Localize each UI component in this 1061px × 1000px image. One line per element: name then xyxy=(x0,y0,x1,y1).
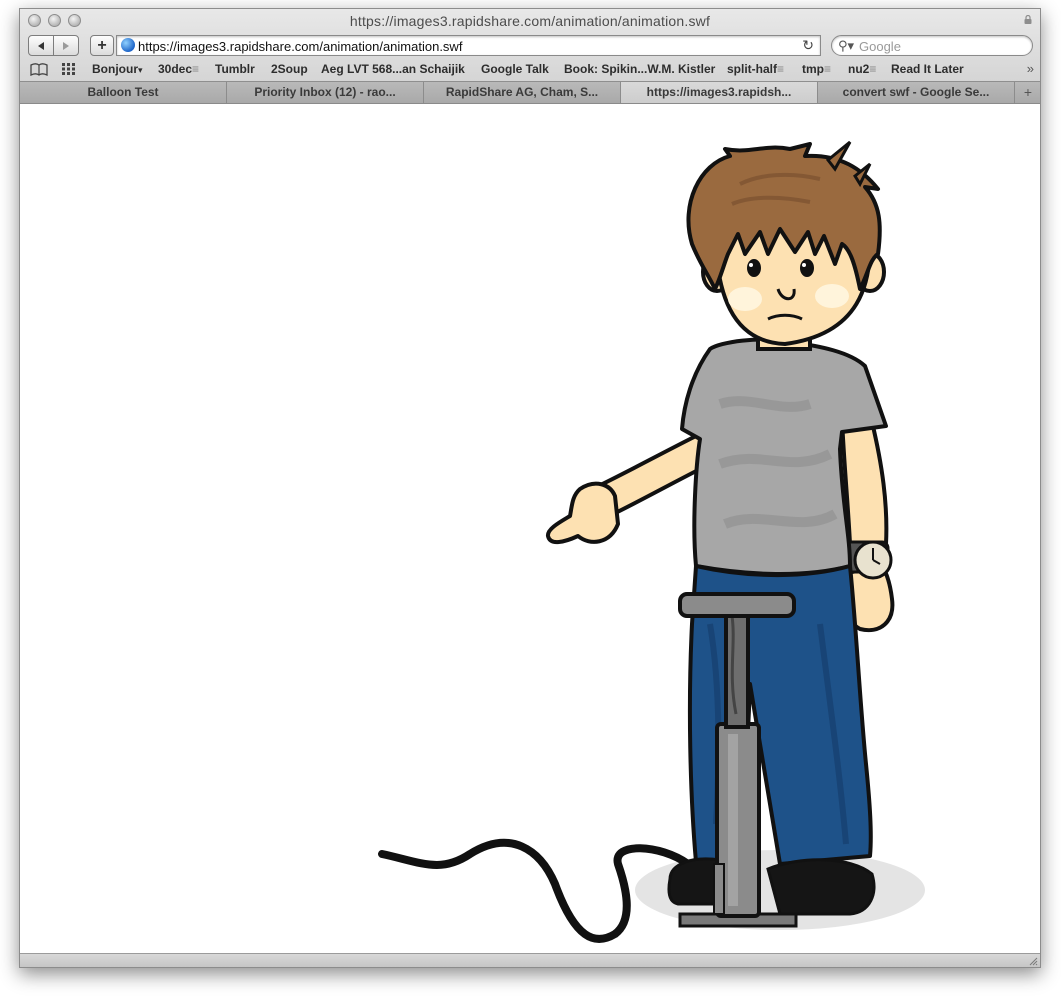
pointing-arm xyxy=(546,432,712,544)
bookmarks-bar: Bonjour▾ 30dec≡ Tumblr 2Soup Aeg LVT 568… xyxy=(20,60,1040,80)
bookmark-split-half[interactable]: split-half≡ xyxy=(727,62,784,76)
bookmark-30dec[interactable]: 30dec≡ xyxy=(158,62,199,76)
tab-rapidshare[interactable]: RapidShare AG, Cham, S... xyxy=(424,82,621,103)
window-title: https://images3.rapidshare.com/animation… xyxy=(349,13,711,29)
bookmark-google-talk[interactable]: Google Talk xyxy=(481,62,549,76)
url-text: https://images3.rapidshare.com/animation… xyxy=(138,39,463,54)
right-shoe xyxy=(766,858,876,916)
bookmark-nu2[interactable]: nu2≡ xyxy=(848,62,876,76)
new-tab-button[interactable]: + xyxy=(1016,82,1040,103)
bookmark-read-it-later[interactable]: Read It Later xyxy=(891,62,964,76)
tab-animation-swf[interactable]: https://images3.rapidsh... xyxy=(621,82,818,103)
pointing-hand xyxy=(546,481,620,544)
back-button[interactable] xyxy=(28,35,54,56)
tab-bar: Balloon Test Priority Inbox (12) - rao..… xyxy=(20,81,1040,104)
more-bookmarks-icon[interactable]: » xyxy=(1027,61,1034,76)
browser-window: https://images3.rapidshare.com/animation… xyxy=(19,8,1041,968)
status-bar xyxy=(20,953,1040,967)
search-placeholder: Google xyxy=(859,39,901,54)
book-icon[interactable] xyxy=(30,63,48,76)
bookmark-tmp[interactable]: tmp≡ xyxy=(802,62,831,76)
resize-grip-icon[interactable] xyxy=(1028,956,1038,966)
search-icon: ⚲▾ xyxy=(838,38,855,53)
tab-balloon-test[interactable]: Balloon Test xyxy=(20,82,227,103)
search-input[interactable]: ⚲▾ Google xyxy=(831,35,1033,56)
reload-icon[interactable]: ↻ xyxy=(802,37,814,54)
bookmark-bonjour[interactable]: Bonjour▾ xyxy=(92,62,143,76)
browser-chrome: https://images3.rapidshare.com/animation… xyxy=(20,9,1040,104)
left-eye xyxy=(747,259,761,277)
title-bar: https://images3.rapidshare.com/animation… xyxy=(20,9,1040,33)
boy-with-pump-illustration xyxy=(378,140,925,943)
navigation-bar: + https://images3.rapidshare.com/animati… xyxy=(20,34,1040,60)
forward-button[interactable] xyxy=(53,35,79,56)
bookmark-book-spiking[interactable]: Book: Spikin...W.M. Kistler xyxy=(564,62,715,76)
url-field[interactable]: https://images3.rapidshare.com/animation… xyxy=(116,35,821,56)
bookmark-tumblr[interactable]: Tumblr xyxy=(215,62,255,76)
forward-arrow-icon xyxy=(63,41,69,50)
lock-icon xyxy=(1024,15,1032,24)
tab-convert-swf[interactable]: convert swf - Google Se... xyxy=(818,82,1015,103)
right-eye xyxy=(800,259,814,277)
bookmark-2soup[interactable]: 2Soup xyxy=(271,62,308,76)
page-content xyxy=(20,104,1040,954)
top-sites-grid-icon[interactable] xyxy=(62,63,76,75)
globe-icon xyxy=(121,38,135,52)
tab-priority-inbox[interactable]: Priority Inbox (12) - rao... xyxy=(227,82,424,103)
back-arrow-icon xyxy=(38,41,44,50)
head xyxy=(686,140,886,347)
add-bookmark-button[interactable]: + xyxy=(90,35,114,56)
bookmark-aeg-lvt[interactable]: Aeg LVT 568...an Schaijik xyxy=(321,62,465,76)
